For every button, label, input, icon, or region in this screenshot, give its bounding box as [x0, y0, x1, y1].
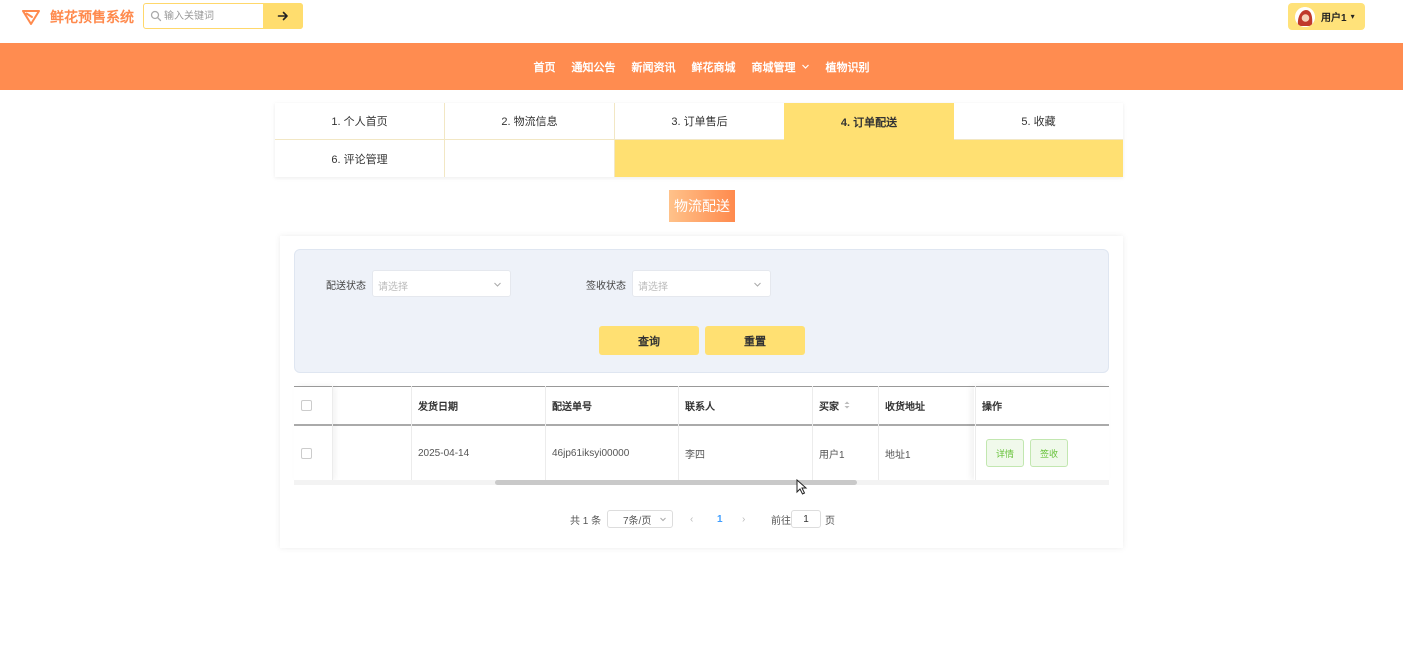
search-icon: [150, 10, 162, 22]
cell-actions: 详情 签收: [975, 426, 1109, 480]
delivery-card: 配送状态 请选择 签收状态 请选择 查询 重置 发货日期 配送单号 联系人 买家: [280, 236, 1123, 548]
header-address: 收货地址: [885, 401, 925, 413]
filter-panel: 配送状态 请选择 签收状态 请选择 查询 重置: [294, 249, 1109, 373]
main-nav: 首页 通知公告 新闻资讯 鲜花商城 商城管理 植物识别: [0, 43, 1403, 90]
nav-label: 植物识别: [825, 61, 870, 74]
center-tabs: 1. 个人首页 2. 物流信息 3. 订单售后 4. 订单配送 5. 收藏 6.…: [275, 103, 1123, 177]
tab-label: 5. 收藏: [1021, 116, 1056, 128]
cell-address: 地址1: [885, 449, 911, 461]
search-input[interactable]: [164, 7, 260, 25]
query-button[interactable]: 查询: [599, 326, 699, 355]
nav-item-notices[interactable]: 通知公告: [572, 59, 616, 75]
nav-label: 新闻资讯: [631, 61, 676, 74]
mouse-cursor-icon: [796, 479, 808, 495]
sign-status-select[interactable]: 请选择: [632, 270, 771, 297]
tab-favorites[interactable]: 5. 收藏: [954, 103, 1123, 140]
tab-comments[interactable]: 6. 评论管理: [275, 140, 445, 177]
goto-page-input[interactable]: 1: [791, 510, 821, 528]
cell-buyer: 用户1: [819, 449, 845, 461]
select-all-checkbox[interactable]: [301, 399, 312, 411]
section-title: 物流配送: [669, 190, 735, 222]
chevron-down-icon: [494, 282, 501, 287]
tab-label: 3. 订单售后: [671, 116, 728, 128]
top-bar: 鲜花预售系统 用户1 ▾: [0, 0, 1403, 43]
nav-item-flower-mall[interactable]: 鲜花商城: [692, 59, 736, 75]
reset-button[interactable]: 重置: [705, 326, 805, 355]
page-suffix: 页: [825, 515, 835, 527]
nav-label: 通知公告: [571, 61, 616, 74]
tab-empty-cell: [445, 140, 615, 177]
pagination: 共 1 条 7条/页 ‹ 1 › 前往 1 页: [280, 510, 1123, 528]
tab-label: 1. 个人首页: [331, 116, 388, 128]
page-size-value: 7条/页: [623, 515, 652, 527]
page-size-select[interactable]: 7条/页: [607, 510, 673, 528]
tab-order-delivery[interactable]: 4. 订单配送: [784, 103, 954, 140]
tab-filler: [615, 140, 1123, 177]
tab-profile[interactable]: 1. 个人首页: [275, 103, 445, 140]
horizontal-scrollbar[interactable]: [294, 480, 1109, 485]
sign-status-label: 签收状态: [586, 281, 626, 292]
arrow-right-icon: [277, 11, 288, 21]
search-button[interactable]: [263, 3, 303, 29]
tab-label: 4. 订单配送: [840, 116, 898, 129]
next-page-button[interactable]: ›: [742, 510, 745, 528]
header-select-all: [294, 386, 332, 424]
delivery-status-label: 配送状态: [326, 281, 366, 292]
header-actions: 操作: [982, 401, 1002, 413]
tab-logistics[interactable]: 2. 物流信息: [445, 103, 615, 140]
nav-item-plant-recognition[interactable]: 植物识别: [826, 59, 870, 75]
avatar: [1295, 6, 1315, 27]
nav-label: 首页: [533, 61, 556, 74]
cell-ship-date: 2025-04-14: [418, 447, 470, 459]
header-ship-date: 发货日期: [418, 401, 458, 413]
sort-icon[interactable]: [843, 400, 851, 410]
detail-button[interactable]: 详情: [986, 439, 1025, 467]
page-number[interactable]: 1: [717, 510, 723, 528]
row-checkbox[interactable]: [301, 447, 312, 459]
tab-label: 2. 物流信息: [501, 116, 558, 128]
nav-label: 商城管理: [751, 61, 796, 74]
nav-label: 鲜花商城: [691, 61, 736, 74]
header-buyer[interactable]: 买家: [812, 386, 878, 424]
row-select-cell: [294, 426, 332, 480]
cell-delivery-no: 46jp61iksyi00000: [552, 447, 630, 459]
header-buyer-label: 买家: [819, 401, 839, 413]
app-title: 鲜花预售系统: [50, 9, 134, 25]
tab-after-sales[interactable]: 3. 订单售后: [615, 103, 784, 140]
nav-item-news[interactable]: 新闻资讯: [632, 59, 676, 75]
column-divider: [332, 386, 333, 480]
search-box: [143, 3, 303, 29]
paper-plane-icon: [22, 10, 40, 25]
nav-item-mall-admin[interactable]: 商城管理: [752, 59, 810, 75]
tab-label: 6. 评论管理: [331, 153, 388, 166]
nav-item-home[interactable]: 首页: [534, 59, 556, 75]
header-contact: 联系人: [685, 401, 715, 413]
user-menu[interactable]: 用户1 ▾: [1288, 3, 1365, 30]
select-placeholder: 请选择: [378, 282, 408, 293]
total-count: 共 1 条: [570, 515, 602, 527]
select-placeholder: 请选择: [638, 282, 668, 293]
chevron-down-icon: [660, 517, 666, 522]
sign-button[interactable]: 签收: [1030, 439, 1069, 467]
header-delivery-no: 配送单号: [552, 401, 592, 413]
chevron-down-icon: [801, 64, 809, 69]
chevron-down-icon: [754, 282, 761, 287]
goto-label: 前往: [771, 515, 791, 527]
logo[interactable]: 鲜花预售系统: [22, 8, 134, 26]
user-name: 用户1: [1321, 13, 1347, 24]
cell-contact: 李四: [685, 449, 705, 461]
delivery-table: 发货日期 配送单号 联系人 买家 收货地址 操作 2025-04-14 46jp…: [294, 386, 1109, 486]
prev-page-button[interactable]: ‹: [690, 510, 693, 528]
caret-down-icon: ▾: [1350, 12, 1355, 21]
delivery-status-select[interactable]: 请选择: [372, 270, 511, 297]
